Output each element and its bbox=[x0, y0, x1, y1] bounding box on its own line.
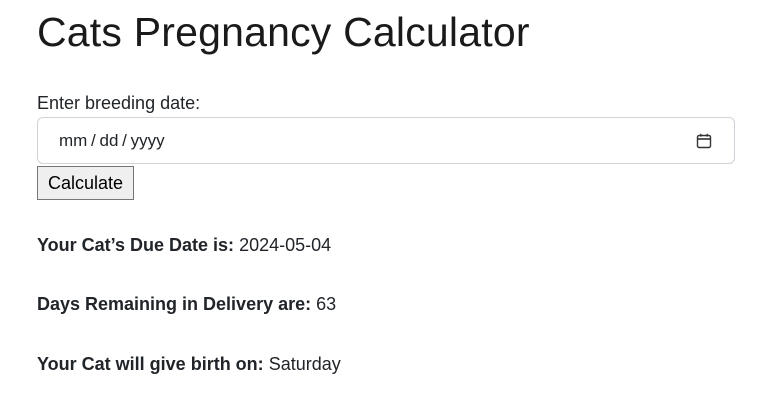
breeding-date-label: Enter breeding date: bbox=[37, 93, 201, 113]
days-remaining-value: 63 bbox=[316, 294, 337, 314]
birth-day-value: Saturday bbox=[268, 354, 341, 374]
days-remaining-label: Days Remaining in Delivery are: bbox=[37, 294, 312, 314]
due-date-label: Your Cat’s Due Date is: bbox=[37, 235, 235, 255]
calendar-icon[interactable] bbox=[696, 133, 712, 149]
birth-day-label: Your Cat will give birth on: bbox=[37, 354, 264, 374]
date-placeholder: mm / dd / yyyy bbox=[59, 131, 165, 150]
page-title: Cats Pregnancy Calculator bbox=[37, 9, 530, 55]
due-date-value: 2024-05-04 bbox=[239, 235, 332, 255]
days-remaining-result: Days Remaining in Delivery are: 63 bbox=[37, 293, 336, 315]
due-date-result: Your Cat’s Due Date is: 2024-05-04 bbox=[37, 234, 331, 256]
calendar-icon-graphic bbox=[696, 133, 712, 149]
calculate-button[interactable]: Calculate bbox=[37, 166, 134, 200]
breeding-date-input[interactable]: mm / dd / yyyy bbox=[37, 117, 735, 164]
birth-day-result: Your Cat will give birth on: Saturday bbox=[37, 353, 341, 375]
